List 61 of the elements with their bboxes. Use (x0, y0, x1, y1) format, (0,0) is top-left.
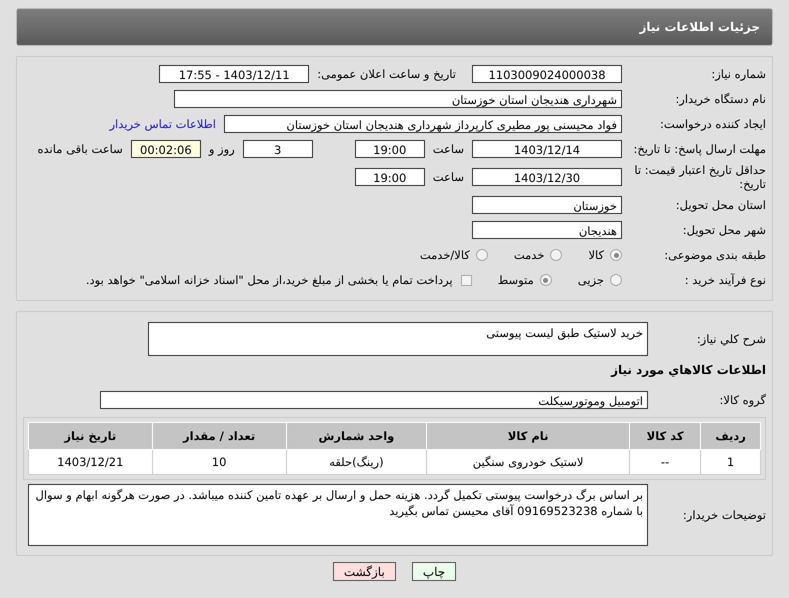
reply-deadline-label: مهلت ارسال پاسخ: تا تاریخ: (632, 142, 766, 156)
table-cell: لاستیک خودروی سنگین (426, 450, 630, 474)
table-cell: (رینگ)حلقه (286, 450, 427, 474)
remaining-label: ساعت باقی مانده (38, 142, 123, 156)
time-label: ساعت (432, 170, 464, 184)
category-label: طبقه بندی موضوعی: (663, 248, 766, 262)
announce-label: تاریخ و ساعت اعلان عمومی: (317, 67, 456, 81)
goods-group-label: گروه كالا: (718, 393, 766, 407)
need-number-field[interactable]: 1103009024000038 (472, 65, 622, 83)
city-label: شهر محل تحویل: (682, 223, 766, 237)
table-cell: 1 (700, 450, 760, 474)
requester-label: ایجاد کننده درخواست: (659, 117, 766, 131)
column-header: رديف (700, 422, 760, 450)
requester-field[interactable]: فواد محیسنی پور مطیری کارپرداز شهرداری هندیجان استان خوزستان (224, 115, 622, 133)
column-header: تاريخ نياز (28, 422, 152, 450)
radio-button[interactable] (610, 274, 622, 286)
checkbox[interactable] (460, 274, 472, 286)
days-label: روز و (208, 142, 235, 156)
column-header: كد كالا (630, 422, 701, 450)
table-cell: 10 (152, 450, 286, 474)
column-header: واحد شمارش (286, 422, 427, 450)
column-header: تعداد / مقدار (152, 422, 286, 450)
radio-button[interactable] (550, 249, 562, 261)
radio-label: كالا (588, 248, 604, 262)
column-header: نام كالا (426, 422, 630, 450)
summary-field[interactable]: خرید لاستیک طبق لیست پیوستی (148, 322, 648, 356)
table-cell: 1403/12/21 (28, 450, 152, 474)
back-button[interactable]: بازگشت (332, 562, 396, 581)
validity-time-field[interactable]: 19:00 (354, 168, 425, 186)
summary-label: شرح كلي نياز: (696, 332, 766, 346)
table-cell: -- (630, 450, 701, 474)
goods-group-field[interactable]: اتومبیل وموتورسیکلت (100, 391, 648, 409)
days-field[interactable]: 3 (242, 140, 313, 158)
city-field[interactable]: هندیجان (472, 221, 622, 239)
buyer-contact-link[interactable]: اطلاعات تماس خریدار (109, 117, 216, 131)
validity-date-field[interactable]: 1403/12/30 (472, 168, 622, 186)
announce-field[interactable]: 1403/12/11 - 17:55 (159, 65, 310, 83)
radio-label: متوسط (498, 273, 534, 287)
buyer-org-label: نام دستگاه خریدار: (674, 92, 766, 106)
radio-label: خدمت (514, 248, 544, 262)
buyer-notes-field[interactable]: بر اساس برگ درخواست پیوستی تکمیل گردد. هزینه حمل و ارسال بر عهده تامین کننده میباشد. در صورت هرگونه ابهام و سوال با شماره 09169523238 آقای محیسن تماس بگیرید (28, 484, 648, 546)
radio-label: كالا/خدمت (420, 248, 470, 262)
remaining-field[interactable]: 00:02:06 (130, 140, 201, 158)
price-validity-label: حداقل تاریخ اعتبار قیمت: تا تاریخ: (633, 163, 766, 191)
buyer-org-field[interactable]: شهرداری هندیجان استان خوزستان (174, 90, 622, 108)
province-label: استان محل تحویل: (674, 198, 766, 212)
reply-date-field[interactable]: 1403/12/14 (472, 140, 622, 158)
radio-button[interactable] (610, 249, 622, 261)
radio-button[interactable] (476, 249, 488, 261)
section-title: اطلاعات كالاهاي مورد نياز (611, 363, 766, 377)
reply-time-field[interactable]: 19:00 (354, 140, 425, 158)
process-label: نوع فرآیند خرید : (684, 273, 766, 287)
need-number-label: شماره نیاز: (710, 67, 766, 81)
header-bar: جزئیات اطلاعات نیاز (16, 8, 773, 46)
payment-label: پرداخت تمام یا بخشی از مبلغ خرید،از محل "اسناد خزانه اسلامی" خواهد بود. (86, 273, 453, 287)
time-label: ساعت (432, 142, 464, 156)
province-field[interactable]: خوزستان (472, 196, 622, 214)
buyer-notes-label: توضیحات خریدار: (682, 508, 766, 522)
radio-button[interactable] (540, 274, 552, 286)
print-button[interactable]: چاپ (412, 562, 456, 581)
radio-label: جزیی (578, 273, 604, 287)
